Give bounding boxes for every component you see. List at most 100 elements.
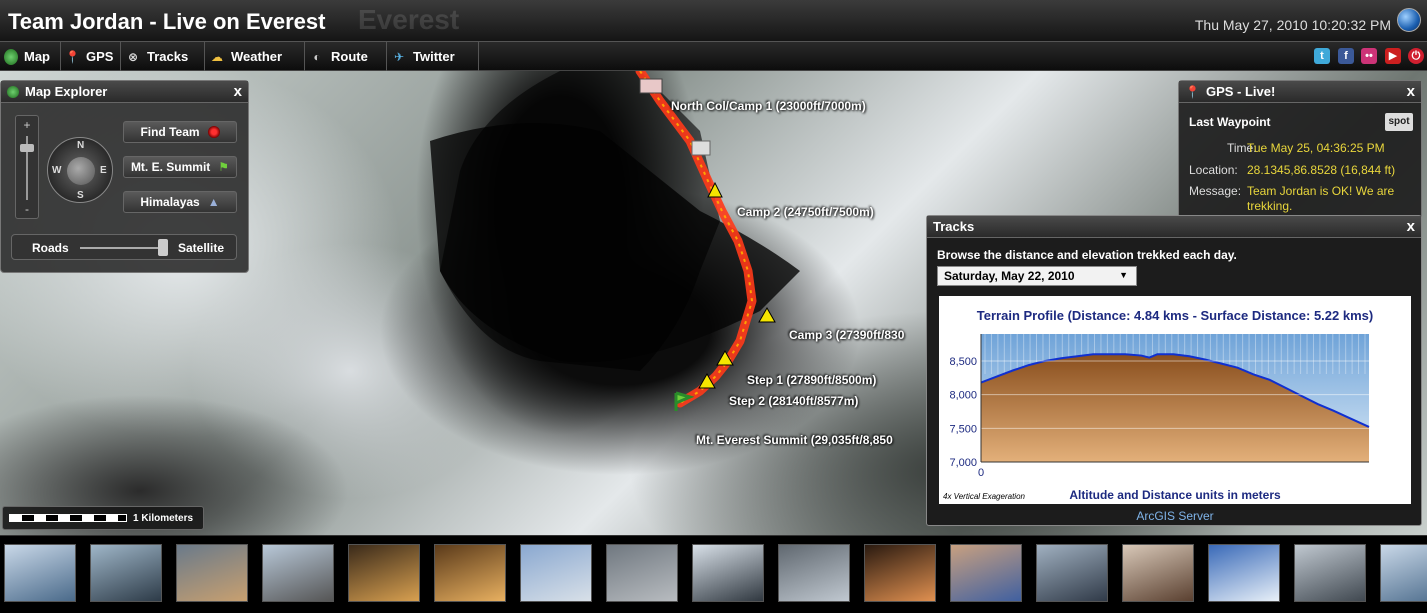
- map-label-step2: Step 2 (28140ft/8577m): [729, 394, 859, 408]
- zoom-out-button[interactable]: -: [16, 202, 38, 216]
- section-title: Last Waypoint: [1189, 115, 1271, 129]
- main-nav: Map 📍 GPS ⊗ Tracks ☁ Weather ◐ Route ✈ T…: [0, 42, 1427, 71]
- button-label: Mt. E. Summit: [130, 160, 211, 174]
- app-header: Team Jordan - Live on Everest Everest Th…: [0, 0, 1427, 42]
- chart-x-tick-label: 0: [978, 467, 984, 479]
- panel-title: Map Explorer: [25, 84, 108, 99]
- photo-thumbnail[interactable]: [1208, 544, 1280, 602]
- chart-plot: 7,000 7,500 8,000 8,500 0: [949, 334, 1370, 479]
- terrain-profile-chart: Terrain Profile (Distance: 4.84 kms - Su…: [939, 296, 1411, 504]
- zoom-slider-handle[interactable]: [20, 144, 34, 152]
- nav-tracks[interactable]: ⊗ Tracks: [121, 42, 205, 71]
- map-layer-slider[interactable]: Roads Satellite: [11, 234, 237, 260]
- compass-center[interactable]: [67, 157, 95, 185]
- camp-marker: [691, 140, 711, 156]
- tracks-description: Browse the distance and elevation trekke…: [937, 248, 1237, 262]
- nav-label: GPS: [85, 49, 114, 64]
- date-value: Saturday, May 22, 2010: [944, 269, 1075, 283]
- pan-north-button[interactable]: N: [77, 140, 84, 151]
- pan-compass[interactable]: N S E W: [47, 137, 113, 203]
- cloud-sun-icon: ☁: [211, 49, 223, 64]
- photo-thumbnail[interactable]: [434, 544, 506, 602]
- nav-label: Twitter: [413, 49, 455, 64]
- button-label: Himalayas: [140, 195, 200, 209]
- photo-thumbnail[interactable]: [778, 544, 850, 602]
- chart-y-tick-label: 7,500: [949, 423, 977, 435]
- photo-thumbnail[interactable]: [1380, 544, 1427, 602]
- photo-thumbnail[interactable]: [692, 544, 764, 602]
- photo-thumbnail[interactable]: [176, 544, 248, 602]
- target-icon: [207, 126, 220, 138]
- summit-button[interactable]: Mt. E. Summit ⚑: [123, 156, 237, 178]
- binoculars-icon: ⊗: [127, 49, 139, 64]
- close-button[interactable]: x: [1407, 218, 1415, 235]
- panel-title: GPS - Live!: [1205, 84, 1276, 99]
- button-label: Find Team: [140, 125, 200, 139]
- photo-thumbnail[interactable]: [348, 544, 420, 602]
- close-button[interactable]: x: [1407, 83, 1415, 100]
- pan-south-button[interactable]: S: [77, 190, 84, 201]
- pan-west-button[interactable]: W: [52, 165, 61, 176]
- map-label-summit: Mt. Everest Summit (29,035ft/8,850: [696, 433, 893, 447]
- pin-icon: 📍: [65, 49, 80, 64]
- flag-icon: ⚑: [218, 160, 230, 174]
- nav-label: Tracks: [147, 49, 189, 64]
- close-button[interactable]: x: [234, 83, 242, 100]
- facebook-icon[interactable]: f: [1338, 48, 1354, 64]
- layer-track: [80, 247, 166, 249]
- photo-thumbnail[interactable]: [262, 544, 334, 602]
- himalayas-button[interactable]: Himalayas ▲: [123, 191, 237, 213]
- layer-slider-handle[interactable]: [158, 239, 168, 256]
- photo-thumbnail[interactable]: [1122, 544, 1194, 602]
- photo-thumbnail[interactable]: [4, 544, 76, 602]
- nav-route[interactable]: ◐ Route: [305, 42, 387, 71]
- photo-thumbnail[interactable]: [950, 544, 1022, 602]
- photo-thumbnail[interactable]: [1294, 544, 1366, 602]
- nav-map[interactable]: Map: [0, 42, 61, 71]
- photo-thumbnail[interactable]: [606, 544, 678, 602]
- location-value: 28.1345,86.8528 (16,844 ft): [1247, 163, 1396, 177]
- pin-icon: 📍: [1185, 84, 1200, 99]
- nav-label: Weather: [231, 49, 283, 64]
- mountain-icon: ▲: [207, 195, 220, 209]
- panel-title: Tracks: [933, 219, 975, 234]
- twitter-icon[interactable]: t: [1314, 48, 1330, 64]
- zoom-control[interactable]: + -: [15, 115, 39, 219]
- bird-icon: ✈: [393, 49, 405, 64]
- arcgis-credit[interactable]: ArcGIS Server: [927, 509, 1423, 523]
- nav-weather[interactable]: ☁ Weather: [205, 42, 305, 71]
- globe-icon: [7, 85, 19, 98]
- photo-thumbnail[interactable]: [520, 544, 592, 602]
- nav-gps[interactable]: 📍 GPS: [61, 42, 121, 71]
- photo-thumbnail[interactable]: [864, 544, 936, 602]
- title-ghost-text: Everest: [358, 4, 460, 35]
- location-label: Location:: [1189, 163, 1238, 177]
- globe-icon[interactable]: [1397, 8, 1421, 32]
- scale-bar: 1 Kilometers: [2, 506, 204, 530]
- find-team-button[interactable]: Find Team: [123, 121, 237, 143]
- zoom-in-button[interactable]: +: [16, 118, 38, 132]
- chart-xlabel: Altitude and Distance units in meters: [1069, 488, 1281, 502]
- tracks-panel: Tracks x Browse the distance and elevati…: [926, 215, 1422, 526]
- chevron-down-icon: ▼: [1119, 270, 1128, 280]
- date-dropdown[interactable]: Saturday, May 22, 2010 ▼: [937, 266, 1137, 286]
- spot-logo: spot: [1385, 113, 1413, 131]
- power-icon[interactable]: ⏻: [1408, 48, 1424, 64]
- time-value: Tue May 25, 04:36:25 PM: [1247, 141, 1385, 155]
- pan-east-button[interactable]: E: [100, 165, 107, 176]
- photo-thumbnail[interactable]: [1036, 544, 1108, 602]
- route-icon: ◐: [313, 49, 321, 64]
- panel-header: 📍 GPS - Live! x: [1179, 81, 1421, 103]
- flickr-icon[interactable]: ••: [1361, 48, 1377, 64]
- panel-header: Tracks x: [927, 216, 1421, 238]
- nav-twitter[interactable]: ✈ Twitter: [387, 42, 479, 71]
- datetime-display: Thu May 27, 2010 10:20:32 PM: [1194, 17, 1391, 33]
- map-label-camp3: Camp 3 (27390ft/830: [789, 328, 905, 342]
- message-value-line2: trekking.: [1247, 199, 1293, 213]
- youtube-icon[interactable]: ▶: [1385, 48, 1401, 64]
- chart-y-tick-label: 8,000: [949, 390, 977, 402]
- map-explorer-panel: Map Explorer x + - N S E W Find Team Mt.…: [0, 80, 249, 273]
- chart-y-tick-label: 7,000: [949, 457, 977, 469]
- photo-thumbnail[interactable]: [90, 544, 162, 602]
- message-label: Message:: [1189, 184, 1242, 198]
